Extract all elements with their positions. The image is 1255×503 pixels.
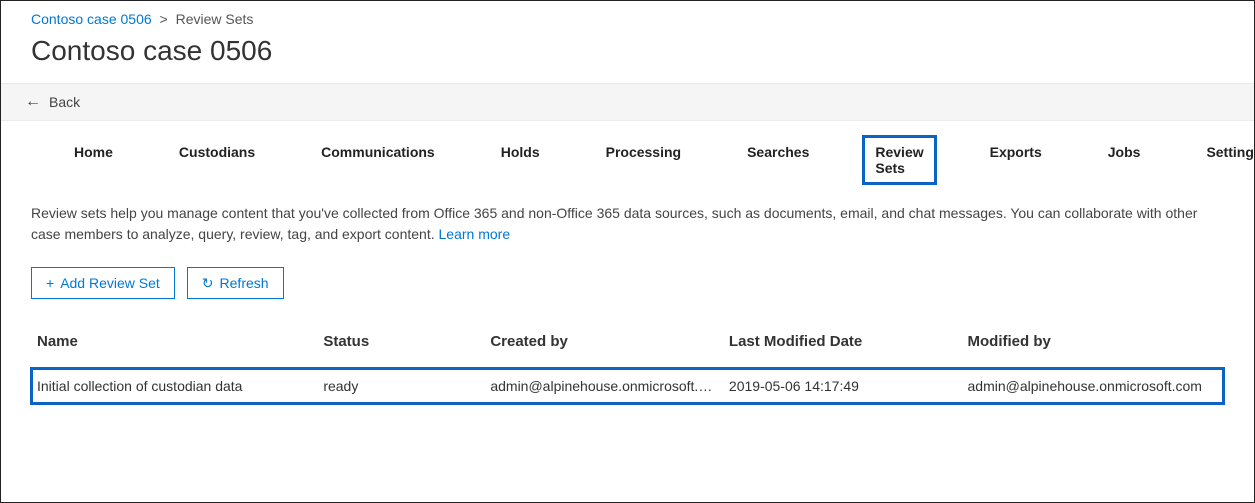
col-header-last-modified[interactable]: Last Modified Date (723, 323, 962, 368)
review-sets-table: Name Status Created by Last Modified Dat… (1, 323, 1254, 404)
tab-bar: Home Custodians Communications Holds Pro… (1, 121, 1254, 195)
col-header-created-by[interactable]: Created by (484, 323, 723, 368)
cell-last-modified: 2019-05-06 14:17:49 (723, 368, 962, 404)
cell-status: ready (317, 368, 484, 404)
tab-review-sets[interactable]: Review Sets (862, 135, 936, 185)
table-row[interactable]: Initial collection of custodian data rea… (31, 368, 1224, 404)
breadcrumb-root-link[interactable]: Contoso case 0506 (31, 11, 152, 27)
tab-custodians[interactable]: Custodians (166, 135, 268, 185)
tab-jobs[interactable]: Jobs (1095, 135, 1154, 185)
back-arrow-icon: ← (25, 94, 41, 110)
refresh-icon: ↻ (202, 276, 214, 290)
breadcrumb: Contoso case 0506 > Review Sets (1, 1, 1254, 31)
cell-name: Initial collection of custodian data (31, 368, 317, 404)
tab-home[interactable]: Home (61, 135, 126, 185)
tab-searches[interactable]: Searches (734, 135, 822, 185)
plus-icon: + (46, 276, 54, 290)
add-review-set-button[interactable]: + Add Review Set (31, 267, 175, 299)
page-title: Contoso case 0506 (1, 31, 1254, 83)
add-button-label: Add Review Set (60, 275, 160, 291)
breadcrumb-current: Review Sets (176, 11, 254, 27)
table-header-row: Name Status Created by Last Modified Dat… (31, 323, 1224, 368)
tab-exports[interactable]: Exports (977, 135, 1055, 185)
back-label: Back (49, 94, 80, 110)
col-header-status[interactable]: Status (317, 323, 484, 368)
col-header-modified-by[interactable]: Modified by (962, 323, 1224, 368)
tab-holds[interactable]: Holds (488, 135, 553, 185)
action-bar: + Add Review Set ↻ Refresh (1, 251, 1254, 323)
refresh-button-label: Refresh (220, 275, 269, 291)
tab-settings[interactable]: Settings (1193, 135, 1255, 185)
col-header-name[interactable]: Name (31, 323, 317, 368)
cell-created-by: admin@alpinehouse.onmicrosoft.com (484, 368, 723, 404)
description-body: Review sets help you manage content that… (31, 205, 1197, 242)
description-text: Review sets help you manage content that… (1, 195, 1254, 251)
breadcrumb-separator: > (156, 11, 172, 27)
learn-more-link[interactable]: Learn more (439, 226, 511, 242)
tab-processing[interactable]: Processing (593, 135, 694, 185)
cell-modified-by: admin@alpinehouse.onmicrosoft.com (962, 368, 1224, 404)
refresh-button[interactable]: ↻ Refresh (187, 267, 284, 299)
tab-communications[interactable]: Communications (308, 135, 448, 185)
back-button[interactable]: ← Back (1, 83, 1254, 121)
